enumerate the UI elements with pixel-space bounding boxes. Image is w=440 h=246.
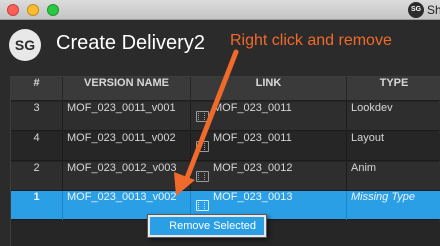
table-row[interactable]: 4 MOF_023_0011_v002 MOF_023_0011 Layout xyxy=(11,132,440,161)
film-icon xyxy=(196,141,209,152)
row-number: 3 xyxy=(11,102,63,131)
row-number: 2 xyxy=(11,162,63,191)
version-name-cell: MOF_023_0011_v001 xyxy=(63,102,191,131)
table-row[interactable]: 3 MOF_023_0011_v001 MOF_023_0011 Lookdev xyxy=(11,102,440,131)
column-header-version-name[interactable]: VERSION NAME xyxy=(63,77,191,101)
page-title: Create Delivery2 xyxy=(56,32,205,54)
link-cell: MOF_023_0012 xyxy=(191,162,347,191)
column-header-type[interactable]: TYPE xyxy=(347,77,440,101)
type-cell: Missing Type xyxy=(351,191,415,203)
shotgun-logo-icon: SG xyxy=(9,29,41,61)
row-number: 1 xyxy=(11,191,63,220)
film-icon xyxy=(196,171,209,182)
version-name-cell: MOF_023_0012_v003 xyxy=(63,162,191,191)
link-text: MOF_023_0013 xyxy=(213,191,293,203)
dialog-header: SG Create Delivery2 Right click and remo… xyxy=(0,20,440,70)
version-name-cell: MOF_023_0011_v002 xyxy=(63,132,191,161)
table-row[interactable]: 2 MOF_023_0012_v003 MOF_023_0012 Anim xyxy=(11,162,440,191)
minimize-window-button[interactable] xyxy=(27,4,39,16)
film-icon xyxy=(196,200,209,211)
zoom-window-button[interactable] xyxy=(47,4,59,16)
remove-selected-menu-item[interactable]: Remove Selected xyxy=(150,217,264,235)
type-cell: Anim xyxy=(351,162,377,174)
annotation-text: Right click and remove xyxy=(230,32,392,49)
context-menu: Remove Selected xyxy=(147,214,267,238)
column-header-number[interactable]: # xyxy=(11,77,63,101)
app-logo-icon: SG xyxy=(408,2,424,18)
type-cell: Layout xyxy=(351,132,385,144)
column-header-link[interactable]: LINK xyxy=(191,77,347,101)
film-icon xyxy=(196,111,209,122)
link-text: MOF_023_0012 xyxy=(213,162,293,174)
table-header: # VERSION NAME LINK TYPE xyxy=(11,77,440,101)
link-cell: MOF_023_0011 xyxy=(191,102,347,131)
link-text: MOF_023_0011 xyxy=(213,132,292,144)
row-number: 4 xyxy=(11,132,63,161)
type-cell: Lookdev xyxy=(351,102,393,114)
link-cell: MOF_023_0011 xyxy=(191,132,347,161)
window-title: Sh xyxy=(427,3,440,17)
window-titlebar: SG Sh xyxy=(0,0,440,20)
close-window-button[interactable] xyxy=(7,4,19,16)
link-text: MOF_023_0011 xyxy=(213,102,292,114)
